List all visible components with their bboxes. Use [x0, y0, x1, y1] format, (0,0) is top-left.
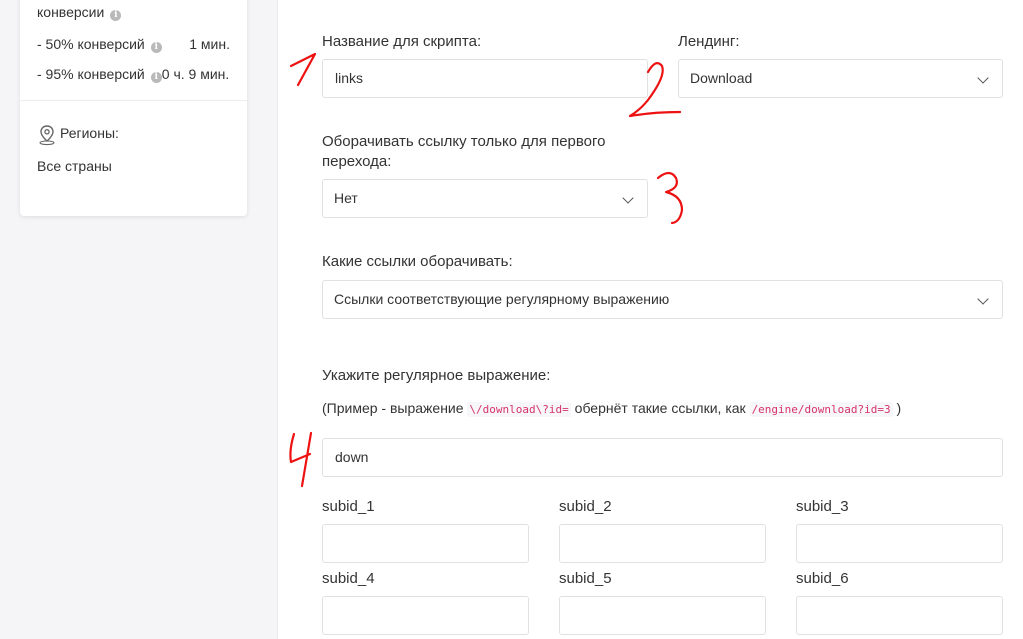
which-links-select[interactable]: Ссылки соответствующие регулярному выраж… — [322, 280, 1003, 319]
landing-label: Лендинг: — [678, 33, 740, 50]
which-links-select-value: Ссылки соответствующие регулярному выраж… — [334, 291, 670, 307]
subid-2-label: subid_2 — [559, 498, 612, 515]
regex-label: Укажите регулярное выражение: — [322, 367, 551, 384]
conv-50-label: - 50% конверсий — [37, 36, 145, 52]
info-icon[interactable]: i — [150, 42, 162, 53]
regions-label: Регионы: — [60, 125, 119, 141]
divider — [20, 100, 247, 101]
regions-value: Все страны — [37, 158, 112, 174]
chevron-down-icon — [622, 192, 634, 204]
subid-5-label: subid_5 — [559, 570, 612, 587]
conversions-label: конверсии — [37, 4, 105, 20]
script-name-label: Название для скрипта: — [322, 33, 482, 50]
hint-code-regex: \/download\?id= — [467, 402, 571, 417]
subid-2-input[interactable] — [559, 524, 766, 563]
landing-select-value: Download — [690, 70, 753, 86]
subid-1-input[interactable] — [322, 524, 529, 563]
stats-card: конверсии i - 50% конверсий i 1 мин. - 95%… — [20, 0, 247, 216]
conv-50-row: - 50% конверсий i — [37, 36, 162, 53]
regex-input[interactable]: down — [322, 438, 1003, 477]
which-links-label: Какие ссылки оборачивать: — [322, 253, 513, 270]
hint-suffix: ) — [896, 400, 902, 416]
chevron-down-icon — [977, 72, 989, 84]
wrap-first-select[interactable]: Нет — [322, 179, 648, 218]
conversions-row: конверсии i — [37, 4, 122, 21]
subid-6-label: subid_6 — [796, 570, 849, 587]
script-name-input[interactable]: links — [322, 59, 648, 98]
chevron-down-icon — [977, 293, 989, 305]
map-pin-icon — [39, 125, 55, 146]
hint-middle: обернёт такие ссылки, как — [574, 400, 746, 416]
subid-3-input[interactable] — [796, 524, 1003, 563]
subid-6-input[interactable] — [796, 596, 1003, 635]
regex-hint: (Пример - выражение \/download\?id= обер… — [322, 398, 901, 420]
wrap-first-select-value: Нет — [334, 190, 358, 206]
subid-4-label: subid_4 — [322, 570, 375, 587]
subid-5-input[interactable] — [559, 596, 766, 635]
conv-95-row: - 95% конверсий i 0 ч. 9 мин. — [37, 66, 229, 83]
info-icon[interactable]: i — [150, 72, 162, 83]
wrap-first-label-line1: Оборачивать ссылку только для первого — [322, 133, 606, 150]
conv-95-label: - 95% конверсий — [37, 66, 145, 82]
landing-select[interactable]: Download — [678, 59, 1003, 98]
conv-50-value: 1 мин. — [189, 36, 230, 52]
subid-1-label: subid_1 — [322, 498, 375, 515]
hint-prefix: (Пример - выражение — [322, 400, 464, 416]
wrap-first-label-line2: перехода: — [322, 153, 392, 170]
wrap-first-label: Оборачивать ссылку только для первого пе… — [322, 132, 606, 172]
subid-4-input[interactable] — [322, 596, 529, 635]
subid-3-label: subid_3 — [796, 498, 849, 515]
hint-code-url: /engine/download?id=3 — [749, 402, 893, 417]
conv-95-value: 0 ч. 9 мин. — [161, 66, 230, 82]
info-icon[interactable]: i — [110, 10, 122, 21]
